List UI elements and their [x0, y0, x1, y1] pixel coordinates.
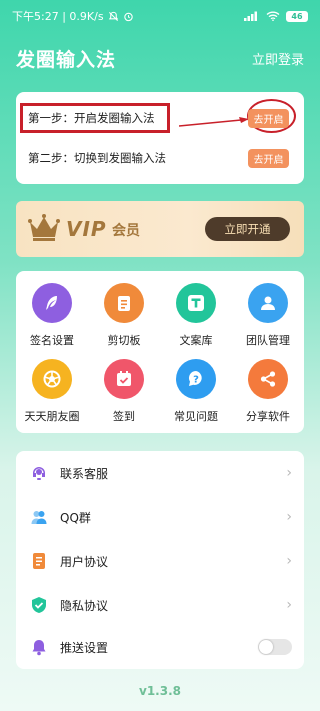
menu-item-qq-group[interactable]: QQ群 › [16, 495, 304, 539]
crown-icon [28, 214, 60, 241]
mute-bell-icon [108, 11, 119, 22]
menu-item-label: 用户协议 [60, 554, 109, 569]
feather-icon [32, 283, 72, 323]
menu-item-customer-service[interactable]: 联系客服 › [16, 451, 304, 495]
switch-keyboard-button[interactable]: 去开启 [248, 148, 289, 168]
chevron-right-icon: › [286, 553, 292, 569]
login-link[interactable]: 立即登录 [252, 49, 304, 68]
signal-icon [244, 11, 260, 21]
chevron-right-icon: › [286, 597, 292, 613]
grid-item-share[interactable]: 分享软件 [232, 359, 304, 431]
step-label: 第一步：开启发圈输入法 [28, 111, 155, 125]
grid-item-signature[interactable]: 签名设置 [16, 283, 88, 355]
menu-item-label: 联系客服 [60, 466, 109, 481]
step-row-enable: 第一步：开启发圈输入法 去开启 [16, 99, 304, 133]
shield-check-icon [30, 596, 48, 614]
vip-member-label: 会员 [112, 223, 140, 239]
grid-item-team[interactable]: 团队管理 [232, 283, 304, 355]
grid-item-faq[interactable]: ? 常见问题 [160, 359, 232, 431]
grid-item-label: 签到 [113, 410, 135, 423]
grid-item-label: 签名设置 [30, 334, 74, 347]
grid-item-check-in[interactable]: 签到 [88, 359, 160, 431]
grid-item-label: 分享软件 [246, 410, 290, 423]
alarm-clock-icon [123, 11, 134, 22]
question-icon: ? [176, 359, 216, 399]
document-icon [30, 552, 48, 570]
push-toggle[interactable] [258, 639, 292, 655]
menu-item-label: 推送设置 [60, 640, 109, 655]
bell-icon [30, 638, 48, 656]
toggle-knob [259, 640, 273, 654]
menu-item-label: QQ群 [60, 510, 91, 525]
grid-item-clipboard[interactable]: 剪切板 [88, 283, 160, 355]
headset-icon [30, 464, 48, 482]
menu-item-privacy-policy[interactable]: 隐私协议 › [16, 583, 304, 627]
chevron-right-icon: › [286, 509, 292, 525]
aperture-icon [32, 359, 72, 399]
vip-badge-text: VIP [66, 217, 107, 241]
enable-keyboard-button[interactable]: 去开启 [248, 108, 289, 128]
chevron-right-icon: › [286, 465, 292, 481]
grid-item-label: 天天朋友圈 [24, 410, 80, 423]
step-row-switch: 第二步：切换到发圈输入法 去开启 [16, 143, 304, 173]
menu-item-user-agreement[interactable]: 用户协议 › [16, 539, 304, 583]
status-bar: 下午5:27 | 0.9K/s 46 [0, 0, 320, 32]
menu-item-push-settings: 推送设置 [16, 625, 304, 669]
status-time-network: 下午5:27 | 0.9K/s [12, 10, 104, 23]
calendar-check-icon [104, 359, 144, 399]
app-version: v1.3.8 [139, 684, 181, 698]
vip-activate-button[interactable]: 立即开通 [205, 217, 290, 241]
step-label: 第二步：切换到发圈输入法 [28, 151, 166, 165]
wifi-icon [266, 11, 280, 21]
svg-text:?: ? [193, 375, 199, 386]
grid-item-label: 常见问题 [174, 410, 218, 423]
qq-group-icon [30, 508, 48, 526]
team-user-icon [248, 283, 288, 323]
text-t-icon [176, 283, 216, 323]
battery-indicator: 46 [286, 10, 308, 22]
vip-banner[interactable]: VIP 会员 立即开通 [16, 201, 304, 257]
grid-item-copy-library[interactable]: 文案库 [160, 283, 232, 355]
grid-item-label: 团队管理 [246, 334, 290, 347]
share-icon [248, 359, 288, 399]
clipboard-icon [104, 283, 144, 323]
arrow-icon [179, 117, 249, 127]
grid-item-daily-moments[interactable]: 天天朋友圈 [16, 359, 88, 431]
app-title: 发圈输入法 [16, 48, 117, 71]
app-header: 发圈输入法 立即登录 [16, 42, 304, 74]
feature-grid-card: 签名设置 剪切板 文案库 团队管理 天天朋友圈 签到 ? 常见问题 分享软件 [16, 271, 304, 433]
grid-item-label: 剪切板 [107, 334, 141, 347]
grid-item-label: 文案库 [179, 334, 213, 347]
menu-item-label: 隐私协议 [60, 598, 109, 613]
settings-menu-card: 联系客服 › QQ群 › 用户协议 › 隐私协议 › 推送设置 [16, 451, 304, 669]
setup-steps-card: 第一步：开启发圈输入法 去开启 第二步：切换到发圈输入法 去开启 [16, 92, 304, 184]
